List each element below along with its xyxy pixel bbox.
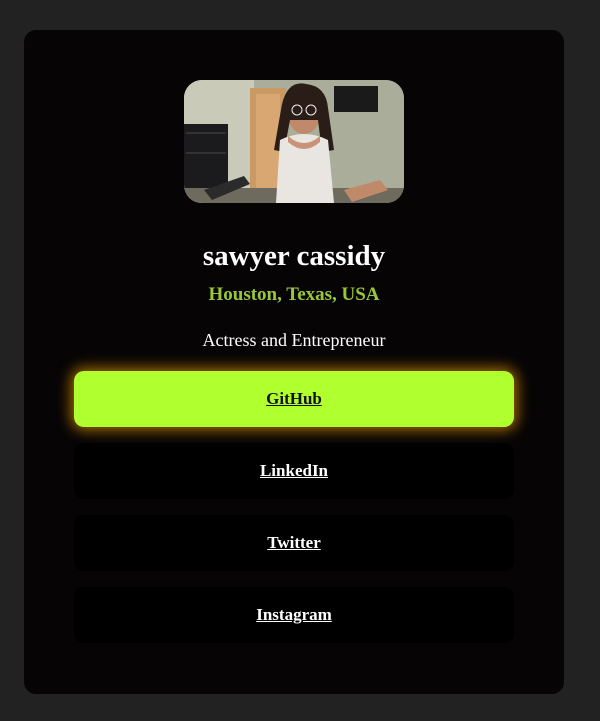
link-button-instagram[interactable]: Instagram <box>74 587 514 643</box>
avatar <box>184 80 404 203</box>
profile-name: sawyer cassidy <box>202 240 386 272</box>
link-button-linkedin[interactable]: LinkedIn <box>74 443 514 499</box>
profile-bio: Actress and Entrepreneur <box>202 330 386 350</box>
avatar-photo <box>184 80 404 203</box>
profile-card: sawyer cassidy Houston, Texas, USA Actre… <box>24 30 564 694</box>
link-button-github[interactable]: GitHub <box>74 371 514 427</box>
profile-location: Houston, Texas, USA <box>208 284 380 305</box>
link-button-twitter[interactable]: Twitter <box>74 515 514 571</box>
